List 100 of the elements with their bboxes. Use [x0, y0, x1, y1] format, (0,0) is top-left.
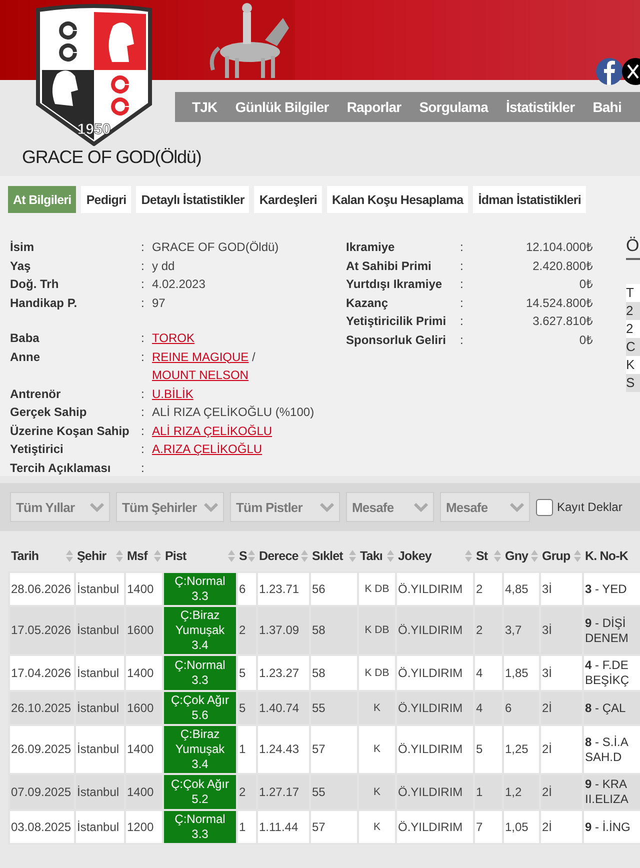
x-icon[interactable]: [622, 58, 640, 85]
table-cell: Ö.YILDIRIM: [396, 606, 474, 655]
table-cell: İstanbul: [75, 725, 125, 774]
nav-link[interactable]: Sorgulama: [410, 99, 497, 115]
nav-link[interactable]: İstatistikler: [496, 99, 584, 115]
tab[interactable]: Detaylı İstatistikler: [136, 186, 250, 213]
column-header[interactable]: Gny: [503, 541, 540, 572]
column-header[interactable]: Msf: [125, 541, 163, 572]
column-header[interactable]: Jokey: [396, 541, 474, 572]
table-cell: 1: [474, 774, 503, 810]
table-cell: 8 - S.İ.A SAH.D: [583, 725, 640, 774]
table-cell: 1400: [125, 572, 163, 606]
sort-icon[interactable]: [154, 550, 161, 562]
table-cell: 3İ: [540, 606, 583, 655]
chevron-down-icon: [204, 502, 218, 512]
column-header[interactable]: S: [237, 541, 257, 572]
nav-link[interactable]: TJK: [183, 99, 226, 115]
sort-icon[interactable]: [248, 550, 255, 562]
table-cell: İstanbul: [75, 572, 125, 606]
field-label: Antrenör: [10, 386, 62, 402]
field-value: 0₺: [578, 332, 593, 348]
panel-heading: Ö: [626, 236, 640, 260]
tab[interactable]: İdman İstatistikleri: [473, 186, 586, 213]
table-cell: K: [358, 691, 396, 725]
table-cell: Ö.YILDIRIM: [396, 655, 474, 691]
field-label: Tercih Açıklaması: [10, 460, 112, 476]
track-condition-cell: Ç:Normal 3.3: [163, 572, 237, 606]
field-value: GRACE OF GOD(Öldü): [152, 240, 279, 254]
facebook-icon[interactable]: [596, 58, 623, 85]
table-cell: 6: [237, 572, 257, 606]
column-header[interactable]: Sıklet: [310, 541, 358, 572]
table-cell: 5: [474, 725, 503, 774]
field-label: Kazanç: [346, 294, 390, 312]
sort-icon[interactable]: [349, 550, 356, 562]
field-label: Anne: [10, 348, 41, 366]
sort-icon[interactable]: [494, 550, 501, 562]
column-header[interactable]: St: [474, 541, 503, 572]
table-cell: 5: [237, 655, 257, 691]
column-header[interactable]: Pist: [163, 541, 237, 572]
field-label: Sponsorluk Geliri: [346, 332, 448, 348]
field-label: İsim: [10, 239, 36, 256]
value-link[interactable]: ALİ RIZA ÇELİKOĞLU: [152, 422, 272, 440]
table-cell: K DB: [358, 655, 396, 691]
tab[interactable]: At Bilgileri: [8, 186, 76, 213]
sort-icon[interactable]: [66, 550, 73, 562]
table-cell: 8 - ÇAL: [583, 691, 640, 725]
colon-separator: :: [460, 294, 464, 312]
track-condition-cell: Ç:Biraz Yumuşak 3.4: [163, 725, 237, 774]
column-header[interactable]: Grup: [540, 541, 583, 572]
track-condition-cell: Ç:Çok Ağır 5.2: [163, 774, 237, 810]
filter-dropdown[interactable]: Mesafe: [346, 492, 434, 522]
value-link[interactable]: U.BİLİK: [152, 384, 194, 403]
nav-link[interactable]: Bahi: [584, 99, 630, 115]
table-cell: 9 - DİŞİ DENEM: [583, 606, 640, 655]
filter-dropdown[interactable]: Mesafe: [440, 492, 530, 522]
filter-dropdown[interactable]: Tüm Pistler: [230, 492, 340, 522]
sort-icon[interactable]: [301, 550, 308, 562]
value-link[interactable]: TOROK: [152, 329, 194, 348]
table-cell: 1,85: [503, 655, 540, 691]
table-cell: 17.05.2026: [9, 606, 75, 655]
column-header[interactable]: K. No-K: [583, 541, 640, 572]
colon-separator: :: [460, 313, 464, 330]
nav-link[interactable]: Günlük Bilgiler: [226, 99, 338, 115]
filter-dropdown[interactable]: Tüm Yıllar: [10, 492, 110, 522]
sort-icon[interactable]: [116, 550, 123, 562]
field-label: Gerçek Sahip: [10, 404, 88, 421]
field-label: Ikramiye: [346, 239, 396, 256]
table-cell: 1,25: [503, 725, 540, 774]
chevron-down-icon: [414, 502, 428, 512]
table-cell: 3İ: [540, 655, 583, 691]
sort-icon[interactable]: [574, 550, 581, 562]
column-header[interactable]: Şehir: [75, 541, 125, 572]
value-link[interactable]: A.RIZA ÇELİKOĞLU: [152, 440, 262, 458]
tab[interactable]: Kalan Koşu Hesaplama: [327, 186, 468, 213]
sort-icon[interactable]: [465, 550, 472, 562]
nav-link[interactable]: Raporlar: [338, 99, 410, 115]
column-header[interactable]: Derece: [257, 541, 310, 572]
filter-dropdown[interactable]: Tüm Şehirler: [116, 492, 224, 522]
table-cell: 1,05: [503, 810, 540, 844]
table-cell: 2: [237, 774, 257, 810]
column-header[interactable]: Tarih: [9, 541, 75, 572]
sort-icon[interactable]: [531, 550, 538, 562]
field-value: 4.02.2023: [152, 277, 206, 291]
table-cell: 4,85: [503, 572, 540, 606]
tab[interactable]: Pedigri: [81, 186, 132, 213]
checkbox[interactable]: [536, 498, 553, 516]
field-label: At Sahibi Primi: [346, 258, 432, 274]
field-value: /: [252, 350, 256, 364]
table-cell: 2İ: [540, 691, 583, 725]
value-link[interactable]: MOUNT NELSON: [152, 366, 248, 384]
sort-icon[interactable]: [228, 550, 235, 562]
column-header[interactable]: Takı: [358, 541, 396, 572]
value-link[interactable]: REINE MAGIQUE: [152, 348, 249, 366]
table-cell: İstanbul: [75, 810, 125, 844]
field-label: Handikap P.: [10, 294, 78, 312]
colon-separator: :: [141, 276, 146, 293]
sort-icon[interactable]: [387, 550, 394, 562]
table-cell: K DB: [358, 606, 396, 655]
colon-separator: :: [141, 258, 146, 274]
tab[interactable]: Kardeşleri: [254, 186, 322, 213]
